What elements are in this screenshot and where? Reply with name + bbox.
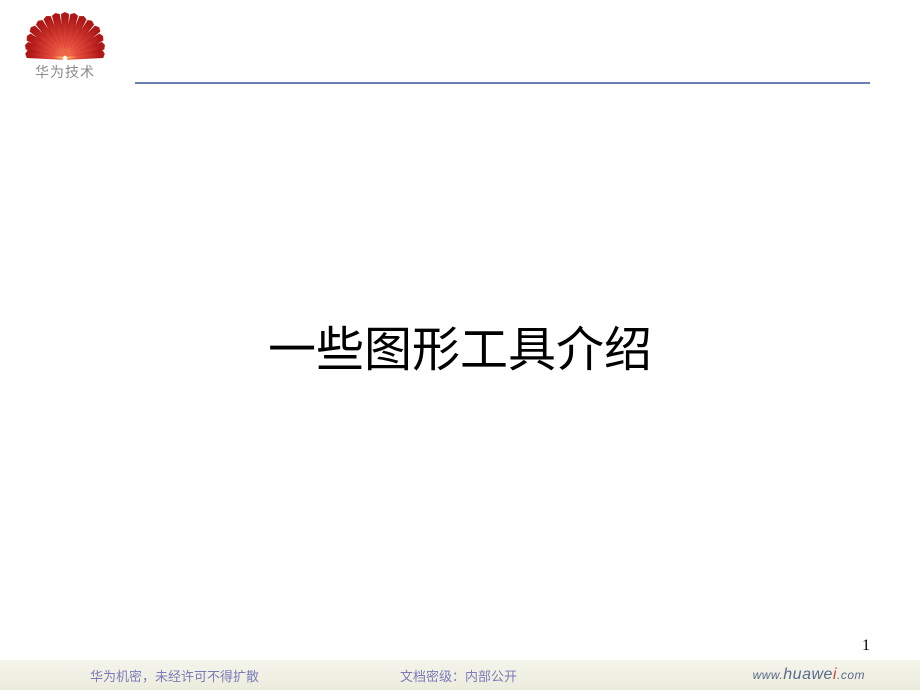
slide-footer: 华为机密，未经许可不得扩散 文档密级：内部公开 www.huawei.com [0, 660, 920, 690]
footer-url-main: huawe [783, 666, 833, 683]
logo-area: 华为技术 [20, 10, 110, 82]
footer-classification: 文档密级：内部公开 [400, 666, 517, 685]
footer-url-suffix: .com [837, 668, 865, 682]
logo-text: 华为技术 [20, 62, 110, 82]
footer-website: www.huawei.com [753, 666, 865, 684]
footer-url-prefix: www. [753, 668, 784, 682]
huawei-sun-logo-icon [20, 10, 110, 60]
header-divider [135, 82, 870, 84]
slide-header: 华为技术 [20, 10, 870, 90]
slide-title: 一些图形工具介绍 [0, 310, 920, 380]
page-number: 1 [862, 637, 870, 655]
footer-confidentiality: 华为机密，未经许可不得扩散 [90, 666, 259, 685]
